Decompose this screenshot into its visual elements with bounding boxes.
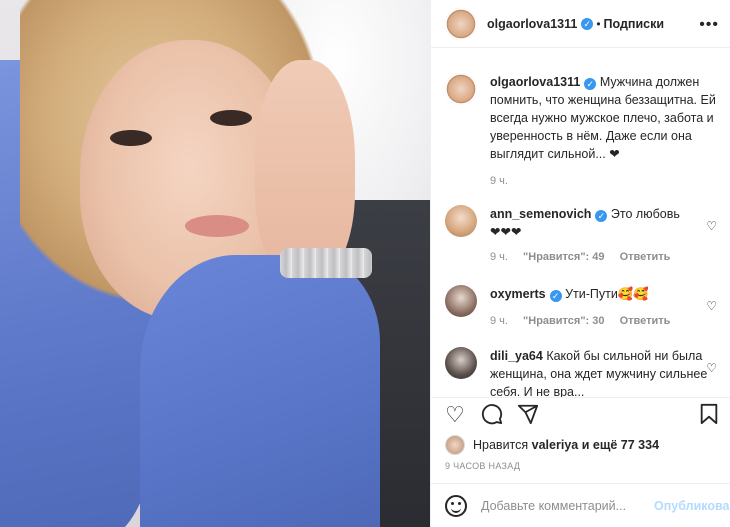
bookmark-icon[interactable] [699,403,719,430]
lips [185,215,249,237]
list-item: dili_ya64 Какой бы сильной ни была женщи… [445,347,721,397]
commenter-avatar[interactable] [445,205,477,237]
like-comment-heart-icon[interactable]: ♡ [706,361,717,375]
list-item: oxymerts ✓ Ути-Пути🥰🥰 9 ч. "Нравится": 30… [445,285,721,327]
caption-time[interactable]: 9 ч. [490,175,508,187]
caption-author[interactable]: olgaorlova1311 [490,75,580,89]
reply-button[interactable]: Ответить [620,315,671,327]
likes-prefix: Нравится [473,438,529,452]
hand [255,60,355,280]
following-button[interactable]: Подписки [604,17,665,31]
emoji-smile-icon[interactable] [445,494,467,517]
likes-count[interactable]: и ещё 77 334 [582,438,659,452]
publish-button[interactable]: Опубликовать [654,499,730,513]
commenter-username[interactable]: oxymerts [490,287,546,301]
post-actions-bar: ♡ [431,397,730,431]
comment-input[interactable] [481,498,642,513]
comment-bubble-svg [481,404,503,425]
verified-badge-icon: ✓ [595,210,608,222]
comment-text-hearts: ❤❤❤ [490,225,522,239]
reply-button[interactable]: Ответить [620,251,671,263]
comment-text: Ути-Пути🥰🥰 [565,287,649,301]
comment-bubble-icon[interactable] [481,403,503,430]
comment-time[interactable]: 9 ч. [490,315,508,327]
like-comment-heart-icon[interactable]: ♡ [706,219,717,233]
comment-meta: 9 ч. "Нравится": 30 Ответить [490,315,721,327]
post-photo[interactable] [0,0,430,527]
blue-sweater-arm [140,255,380,527]
verified-badge-icon: ✓ [584,78,597,90]
commenter-username[interactable]: dili_ya64 [490,349,543,363]
caption-text-block: olgaorlova1311 ✓ Мужчина должен помнить, … [490,73,721,163]
caption: olgaorlova1311 ✓ Мужчина должен помнить, … [445,73,721,187]
author-username[interactable]: olgaorlova1311 [487,17,577,31]
author-avatar[interactable] [445,7,477,40]
likes-summary[interactable]: Нравится valeriya и ещё 77 334 [445,435,659,455]
comment-text: Это любовь [610,207,680,221]
author-avatar-small[interactable] [445,73,477,105]
comments-list: olgaorlova1311 ✓ Мужчина должен помнить, … [431,49,730,397]
share-send-icon[interactable] [517,403,539,430]
caption-meta: 9 ч. [490,175,721,187]
post-header: olgaorlova1311 ✓ • Подписки ••• [431,0,730,48]
verified-badge-icon: ✓ [549,290,562,302]
comment-time[interactable]: 9 ч. [490,251,508,263]
liker-username[interactable]: valeriya [532,438,579,452]
comment-text-block: dili_ya64 Какой бы сильной ни была женщи… [490,347,721,397]
post-side-panel: olgaorlova1311 ✓ • Подписки ••• olgaorlo… [430,0,730,527]
comment-likes[interactable]: "Нравится": 49 [523,251,604,263]
comment-text-block: ann_semenovich ✓ Это любовь ❤❤❤ [490,205,721,241]
like-heart-icon[interactable]: ♡ [445,403,465,427]
commenter-avatar[interactable] [445,347,477,379]
add-comment-bar: Опубликовать [431,483,730,527]
comment-likes[interactable]: "Нравится": 30 [523,315,604,327]
left-eye [110,130,152,146]
share-send-svg [517,404,539,425]
like-comment-heart-icon[interactable]: ♡ [706,299,717,313]
wrist-watch [280,248,372,278]
list-item: ann_semenovich ✓ Это любовь ❤❤❤ 9 ч. "Нра… [445,205,721,263]
comment-text-block: oxymerts ✓ Ути-Пути🥰🥰 [490,285,721,303]
verified-badge-icon: ✓ [581,17,594,30]
post-timestamp[interactable]: 9 ЧАСОВ НАЗАД [445,461,520,471]
commenter-avatar[interactable] [445,285,477,317]
more-options-icon[interactable]: ••• [699,16,719,34]
comment-meta: 9 ч. "Нравится": 49 Ответить [490,251,721,263]
separator-dot: • [596,16,601,31]
commenter-username[interactable]: ann_semenovich [490,207,591,221]
liker-avatar[interactable] [445,435,465,455]
bookmark-svg [700,403,718,425]
right-eye [210,110,252,126]
